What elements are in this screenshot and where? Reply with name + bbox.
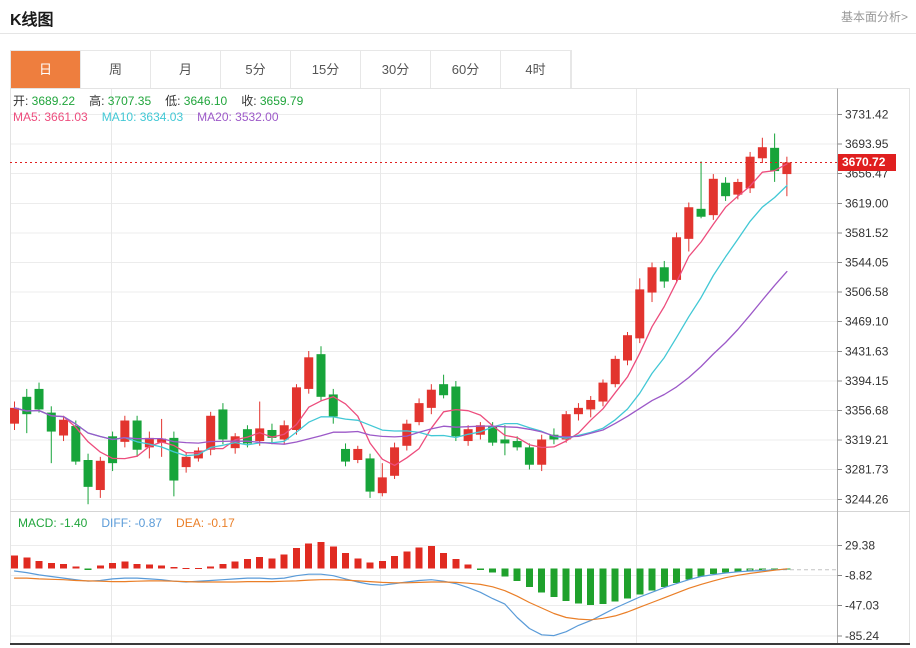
svg-text:3581.52: 3581.52 [845,226,889,240]
svg-text:3544.05: 3544.05 [845,256,889,270]
svg-text:3506.58: 3506.58 [845,285,889,299]
page-title: K线图 [10,6,54,30]
kline-chart-canvas[interactable]: 3731.423693.953656.473619.003581.523544.… [0,0,916,648]
tab-interval-3[interactable]: 5分 [221,51,291,88]
svg-text:3356.68: 3356.68 [845,404,889,418]
tab-interval-7[interactable]: 4时 [501,51,571,88]
macd-histogram [11,542,790,605]
ma-lines [15,164,787,466]
grid-lines [10,89,837,645]
svg-text:3431.63: 3431.63 [845,344,889,358]
candles [10,134,791,505]
svg-text:3693.95: 3693.95 [845,137,889,151]
tab-interval-1[interactable]: 周 [81,51,151,88]
svg-text:3731.42: 3731.42 [845,108,889,122]
tab-interval-0[interactable]: 日 [11,51,81,88]
svg-text:-8.82: -8.82 [845,569,873,583]
svg-text:3619.00: 3619.00 [845,196,889,210]
svg-text:3319.21: 3319.21 [845,433,889,447]
tab-interval-2[interactable]: 月 [151,51,221,88]
svg-text:3244.26: 3244.26 [845,492,889,506]
current-price-badge: 3670.72 [838,154,896,171]
svg-text:3281.73: 3281.73 [845,463,889,477]
tab-interval-4[interactable]: 15分 [291,51,361,88]
svg-text:3394.15: 3394.15 [845,374,889,388]
svg-text:-47.03: -47.03 [845,599,879,613]
macd-axis-labels: 29.38 -8.82 -47.03 -85.24 [838,539,880,643]
interval-tab-bar: 日周月5分15分30分60分4时 [10,50,572,88]
macd-lines [15,569,787,636]
tab-interval-5[interactable]: 30分 [361,51,431,88]
kline-widget: K线图 基本面分析> 日周月5分15分30分60分4时 开: 3689.22高:… [0,0,916,648]
svg-text:29.38: 29.38 [845,539,875,553]
svg-text:3469.10: 3469.10 [845,315,889,329]
tab-interval-6[interactable]: 60分 [431,51,501,88]
svg-text:-85.24: -85.24 [845,629,879,643]
header-divider [0,33,916,34]
fundamental-analysis-link[interactable]: 基本面分析> [841,8,908,25]
